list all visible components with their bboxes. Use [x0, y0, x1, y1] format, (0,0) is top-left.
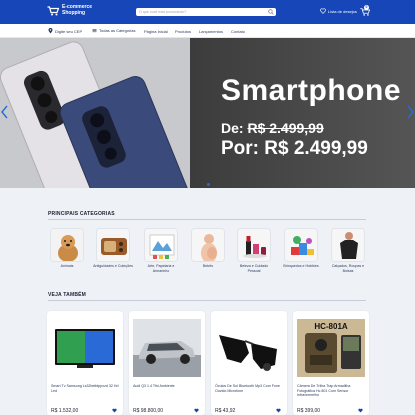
category-item-babies[interactable]: Bebês: [188, 228, 228, 269]
search-icon[interactable]: [268, 9, 274, 15]
category-item-toys[interactable]: Brinquedos e Hobbies: [281, 228, 321, 269]
hero-text-panel: [190, 38, 415, 188]
product-price: R$ 98.800,00: [133, 408, 164, 414]
heart-icon: [320, 8, 326, 14]
category-image-animals: [50, 228, 84, 262]
hero-next-arrow-icon[interactable]: [406, 105, 414, 119]
category-label: Brinquedos e Hobbies: [283, 264, 319, 268]
logo-line-2: Shopping: [62, 9, 86, 16]
wishlist-link[interactable]: Lista de desejos: [320, 8, 357, 14]
product-card-tv[interactable]: Smart Tv Samsung Ls32betblppxzd 32 Hd Le…: [47, 311, 123, 415]
category-label: Beleza e Cuidado Pessoal: [239, 264, 269, 273]
categories-title: PRINCIPAIS CATEGORIAS: [48, 211, 115, 217]
category-item-clothing[interactable]: Calçados, Roupas e Bolsas: [328, 228, 368, 273]
hero-title: Smartphone: [221, 74, 402, 107]
category-label: Arte, Papelaria e Armarinho: [147, 264, 175, 273]
hero-banner[interactable]: Smartphone De: R$ 2.499,99 Por: R$ 2.499…: [0, 38, 415, 188]
top-header: E-commerce Shopping O que você está proc…: [0, 0, 415, 24]
category-image-toys: [284, 228, 318, 262]
hero-from-label: De:: [221, 120, 244, 136]
category-label: Antiguidades e Coleções: [93, 264, 133, 268]
hero-old-price-value: R$ 2.499,99: [247, 120, 324, 136]
category-item-art[interactable]: Arte, Papelaria e Armarinho: [141, 228, 181, 273]
menu-icon: [92, 29, 97, 33]
product-card-car[interactable]: Audi Q3 1.4 Tfsi Ambiente R$ 98.800,00: [129, 311, 205, 415]
hero-slide-indicator[interactable]: [207, 183, 210, 186]
category-image-beauty: [237, 228, 271, 262]
wishlist-label: Lista de desejos: [328, 8, 357, 14]
cep-label: Digite seu CEP: [55, 28, 83, 34]
product-image-glasses: [215, 319, 283, 377]
category-image-babies: [191, 228, 225, 262]
cart-logo-icon: [47, 5, 59, 15]
location-pin-icon: [48, 28, 53, 34]
category-item-antiques[interactable]: Antiguidades e Coleções: [93, 228, 133, 269]
favorite-heart-icon[interactable]: [358, 408, 363, 413]
category-image-art: [144, 228, 178, 262]
main-navigation: Digite seu CEP Todas as Categorias Págin…: [0, 24, 415, 38]
category-item-beauty[interactable]: Beleza e Cuidado Pessoal: [234, 228, 274, 273]
product-price: R$ 1.532,00: [51, 408, 79, 414]
product-price: R$ 43,92: [215, 408, 236, 414]
category-image-antiques: [96, 228, 130, 262]
favorite-heart-icon[interactable]: [194, 408, 199, 413]
product-card-glasses[interactable]: Óculos De Sol Bluetooth Mp3 Com Fone Ouv…: [211, 311, 287, 415]
hero-prev-arrow-icon[interactable]: [1, 105, 9, 119]
nav-link-products[interactable]: Produtos: [175, 29, 191, 34]
favorite-heart-icon[interactable]: [112, 408, 117, 413]
hero-old-price: De: R$ 2.499,99: [221, 120, 324, 136]
category-label: Calçados, Roupas e Bolsas: [331, 264, 365, 273]
nav-link-contact[interactable]: Contato: [231, 29, 245, 34]
product-name: Smart Tv Samsung Ls32betblppxzd 32 Hd Le…: [51, 384, 119, 393]
product-name: Óculos De Sol Bluetooth Mp3 Com Fone Ouv…: [215, 384, 280, 393]
product-image-tv: [51, 319, 119, 377]
categories-divider: [48, 219, 366, 220]
product-image-camera: HC-801A: [297, 319, 365, 377]
product-name: Audi Q3 1.4 Tfsi Ambiente: [133, 384, 175, 388]
nav-link-home[interactable]: Página Inicial: [144, 29, 168, 34]
nav-link-releases[interactable]: Lançamentos: [199, 29, 223, 34]
category-label: Bebês: [202, 264, 214, 268]
cep-link[interactable]: Digite seu CEP: [48, 28, 82, 34]
categories-label: Todas as Categorias: [99, 28, 136, 33]
hero-phone-image: [0, 38, 203, 188]
see-also-divider: [48, 300, 366, 301]
product-image-car: [133, 319, 201, 377]
search-input[interactable]: O que você está procurando?: [136, 8, 276, 16]
cart-count-badge: 0: [364, 5, 369, 10]
categories-menu[interactable]: Todas as Categorias: [92, 28, 135, 33]
svg-text:HC-801A: HC-801A: [314, 322, 348, 331]
store-logo[interactable]: E-commerce Shopping: [47, 4, 92, 16]
product-card-camera[interactable]: HC-801A Câmera De Trilha Trap Armadilha …: [293, 311, 369, 415]
product-price: R$ 399,00: [297, 408, 321, 414]
favorite-heart-icon[interactable]: [276, 408, 281, 413]
category-image-clothing: [331, 228, 365, 262]
search-placeholder: O que você está procurando?: [139, 9, 187, 14]
hero-current-price: Por: R$ 2.499,99: [221, 138, 368, 159]
see-also-title: VEJA TAMBÉM: [48, 292, 87, 298]
category-item-animals[interactable]: Animais: [47, 228, 87, 269]
product-name: Câmera De Trilha Trap Armadilha Fotográf…: [297, 384, 351, 398]
category-label: Animais: [60, 264, 74, 268]
